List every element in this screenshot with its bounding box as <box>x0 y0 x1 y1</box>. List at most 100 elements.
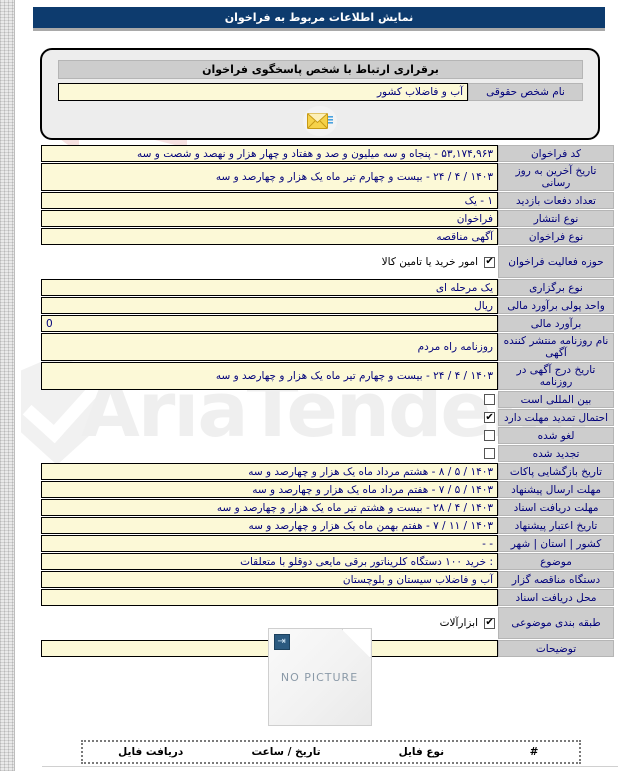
checkbox-checked-icon[interactable]: ✔ <box>484 617 495 629</box>
row-label: دستگاه مناقصه گزار <box>498 571 614 588</box>
row-label: حوزه فعالیت فراخوان <box>498 246 614 278</box>
row-label: نوع برگزاری <box>498 279 614 296</box>
row-checkbox-cell <box>41 391 498 408</box>
table-row: تاریخ آخرین به روز رسانی ۱۴۰۳ / ۴ / ۲۴ - … <box>40 163 614 191</box>
table-row: محل دریافت اسناد <box>40 589 614 606</box>
row-label: موضوع <box>498 553 614 570</box>
page-edge-strip <box>0 0 15 771</box>
row-checkbox-cell <box>41 445 498 462</box>
row-value[interactable] <box>41 589 498 606</box>
table-row: کشور | استان | شهر - - <box>40 535 614 552</box>
table-row: کد فراخوان ۵۳,۱۷۴,۹۶۳ - پنجاه و سه میلیون… <box>40 145 614 162</box>
table-row: مهلت دریافت اسناد ۱۴۰۳ / ۴ / ۲۸ - بیست و … <box>40 499 614 516</box>
contact-mail-wrapper <box>42 106 598 136</box>
legal-person-label: نام شخص حقوقی <box>468 83 583 101</box>
table-row: مهلت ارسال پیشنهاد ۱۴۰۳ / ۵ / ۷ - هفتم مر… <box>40 481 614 498</box>
row-value[interactable]: ۱۴۰۳ / ۴ / ۲۸ - بیست و هشتم تیر ماه یک ه… <box>41 499 498 516</box>
attachments-table: # نوع فایل تاریخ / ساعت دریافت فایل <box>81 740 581 764</box>
row-checkbox-cell <box>41 427 498 444</box>
table-row: نوع انتشار فراخوان <box>40 210 614 227</box>
row-value[interactable]: ۱۴۰۳ / ۴ / ۲۴ - بیست و چهارم تیر ماه یک … <box>41 362 498 390</box>
no-picture-placeholder: ⇥ NO PICTURE <box>267 628 372 726</box>
row-value[interactable]: ریال <box>41 297 498 314</box>
table-row: دستگاه مناقصه گزار آب و فاضلاب سیستان و ب… <box>40 571 614 588</box>
checkbox-unchecked-icon[interactable] <box>484 448 495 459</box>
row-value[interactable]: یک مرحله ای <box>41 279 498 296</box>
bottom-divider <box>42 766 618 767</box>
row-label: تاریخ بازگشایی پاکات <box>498 463 614 480</box>
row-label: تاریخ درج آگهی در روزنامه <box>498 362 614 390</box>
attachments-column-header: دریافت فایل <box>118 746 184 758</box>
checkbox-unchecked-icon[interactable] <box>484 394 495 405</box>
row-label: مهلت ارسال پیشنهاد <box>498 481 614 498</box>
row-value[interactable]: ۱۴۰۳ / ۴ / ۲۴ - بیست و چهارم تیر ماه یک … <box>41 163 498 191</box>
contact-panel: برقراری ارتباط با شخص پاسخگوی فراخوان نا… <box>40 48 600 140</box>
table-row: نوع فراخوان آگهی مناقصه <box>40 228 614 245</box>
row-label: کشور | استان | شهر <box>498 535 614 552</box>
row-label: کد فراخوان <box>498 145 614 162</box>
row-value[interactable]: ۵۳,۱۷۴,۹۶۳ - پنجاه و سه میلیون و صد و هف… <box>41 145 498 162</box>
table-row: تاریخ اعتبار پیشنهاد ۱۴۰۳ / ۱۱ / ۷ - هفتم… <box>40 517 614 534</box>
attachments-table-header: # نوع فایل تاریخ / ساعت دریافت فایل <box>83 742 579 762</box>
attachments-column-header: تاریخ / ساعت <box>251 746 321 758</box>
row-value[interactable]: ۱۴۰۳ / ۵ / ۸ - هشتم مرداد ماه یک هزار و … <box>41 463 498 480</box>
row-value[interactable]: آب و فاضلاب سیستان و بلوچستان <box>41 571 498 588</box>
page-title: نمایش اطلاعات مربوط به فراخوان <box>33 7 605 31</box>
row-checkbox-cell: ✔ امور خرید یا تامین کالا <box>41 246 498 278</box>
row-value[interactable]: فراخوان <box>41 210 498 227</box>
row-label: نوع انتشار <box>498 210 614 227</box>
row-value[interactable]: 0 <box>41 315 498 332</box>
row-label: نوع فراخوان <box>498 228 614 245</box>
row-value[interactable]: ۱ - یک <box>41 192 498 209</box>
table-row: موضوع: خرید ۱۰۰ دستگاه کلریناتور برقی ما… <box>40 553 614 570</box>
row-value[interactable]: ۱۴۰۳ / ۵ / ۷ - هفتم مرداد ماه یک هزار و … <box>41 481 498 498</box>
row-checkbox-cell: ✔ <box>41 409 498 426</box>
row-label: برآورد مالی <box>498 315 614 332</box>
row-value[interactable]: آگهی مناقصه <box>41 228 498 245</box>
checkbox-checked-icon[interactable]: ✔ <box>484 412 495 423</box>
row-label: محل دریافت اسناد <box>498 589 614 606</box>
row-value[interactable]: : خرید ۱۰۰ دستگاه کلریناتور برقی مایعی د… <box>41 553 498 570</box>
row-label: نام روزنامه منتشر کننده آگهی <box>498 333 614 361</box>
row-checkbox-label: امور خرید یا تامین کالا <box>381 256 478 268</box>
row-label: بین المللی است <box>498 391 614 408</box>
title-bar-wrapper: نمایش اطلاعات مربوط به فراخوان <box>33 7 605 31</box>
row-label: تاریخ اعتبار پیشنهاد <box>498 517 614 534</box>
no-picture-text: NO PICTURE <box>280 671 359 684</box>
table-row: تجدید شده <box>40 445 614 462</box>
legal-person-row: نام شخص حقوقی آب و فاضلاب کشور <box>58 83 583 101</box>
preview-image-wrapper: ⇥ NO PICTURE <box>21 628 618 726</box>
page-fold-corner <box>341 629 371 658</box>
table-row: نوع برگزاری یک مرحله ای <box>40 279 614 296</box>
row-label: تاریخ آخرین به روز رسانی <box>498 163 614 191</box>
row-label: تجدید شده <box>498 445 614 462</box>
table-row: نام روزنامه منتشر کننده آگهی روزنامه راه … <box>40 333 614 361</box>
table-row: حوزه فعالیت فراخوان ✔ امور خرید یا تامین ک… <box>40 246 614 278</box>
table-row: احتمال تمدید مهلت دارد ✔ <box>40 409 614 426</box>
legal-person-value: آب و فاضلاب کشور <box>58 83 468 101</box>
checkbox-unchecked-icon[interactable] <box>484 430 495 441</box>
checkbox-checked-icon[interactable]: ✔ <box>484 256 495 268</box>
row-label: واحد پولی برآورد مالی <box>498 297 614 314</box>
table-row: تاریخ درج آگهی در روزنامه ۱۴۰۳ / ۴ / ۲۴ -… <box>40 362 614 390</box>
row-value[interactable]: روزنامه راه مردم <box>41 333 498 361</box>
row-label: تعداد دفعات بازدید <box>498 192 614 209</box>
table-row: واحد پولی برآورد مالی ریال <box>40 297 614 314</box>
row-label: احتمال تمدید مهلت دارد <box>498 409 614 426</box>
page-edge-gutter <box>14 0 21 771</box>
tender-details-table: کد فراخوان ۵۳,۱۷۴,۹۶۳ - پنجاه و سه میلیون… <box>40 145 614 658</box>
row-value[interactable]: - - <box>41 535 498 552</box>
table-row: برآورد مالی 0 <box>40 315 614 332</box>
table-row: تعداد دفعات بازدید ۱ - یک <box>40 192 614 209</box>
page-container: AriaTender.ir نمایش اطلاعات مربوط به فرا… <box>11 0 618 771</box>
table-row: بین المللی است <box>40 391 614 408</box>
attachments-column-header: # <box>529 746 539 758</box>
table-row: تاریخ بازگشایی پاکات ۱۴۰۳ / ۵ / ۸ - هشتم … <box>40 463 614 480</box>
envelope-icon[interactable] <box>303 106 337 136</box>
row-value[interactable]: ۱۴۰۳ / ۱۱ / ۷ - هفتم بهمن ماه یک هزار و … <box>41 517 498 534</box>
table-row: لغو شده <box>40 427 614 444</box>
row-label: لغو شده <box>498 427 614 444</box>
broken-image-icon: ⇥ <box>273 634 290 650</box>
row-label: مهلت دریافت اسناد <box>498 499 614 516</box>
attachments-column-header: نوع فایل <box>398 746 445 758</box>
